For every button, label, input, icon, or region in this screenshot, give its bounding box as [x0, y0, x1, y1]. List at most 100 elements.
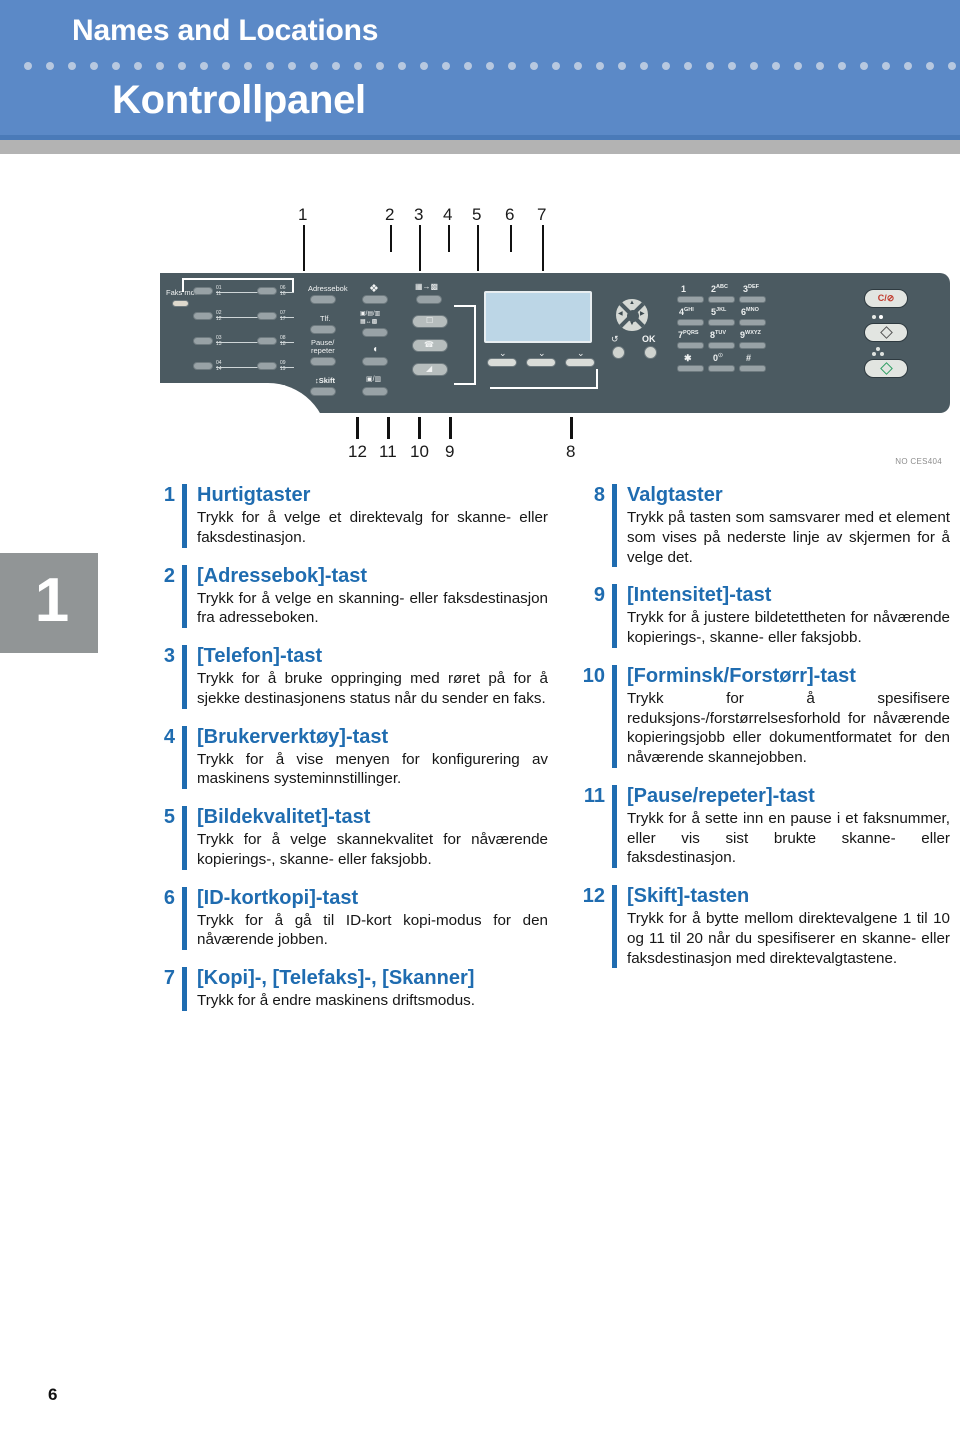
keypad-key-5[interactable] [708, 319, 735, 326]
callout-bottom-11: 11 [379, 442, 397, 461]
selection-key-3[interactable] [565, 358, 595, 367]
ok-key[interactable] [644, 346, 657, 359]
fax-icon: ☎ [424, 340, 434, 349]
callout-bottom-12: 12 [348, 442, 367, 461]
callout-bottom-8: 8 [566, 442, 576, 461]
description-entry-number: 4 [163, 725, 175, 748]
copy-icon: ☐ [426, 316, 434, 325]
leader-7 [542, 225, 544, 271]
header-dot [398, 62, 406, 70]
header-dot [46, 62, 54, 70]
id-card-copy-key[interactable] [416, 295, 442, 304]
quick-dial-key-03[interactable] [193, 337, 213, 345]
chapter-tab-number: 1 [34, 566, 70, 635]
leader-10 [418, 417, 421, 439]
header-dot [794, 62, 802, 70]
keypad-key-1[interactable] [677, 296, 704, 303]
arrow-up-icon[interactable]: ▲ [629, 300, 635, 306]
label-telephone: Tlf. [320, 314, 331, 323]
keypad-key-3[interactable] [739, 296, 766, 303]
arrow-down-icon[interactable]: ▼ [629, 321, 635, 327]
callout-top-5: 5 [472, 205, 482, 224]
control-panel-figure: 1 2 3 4 5 6 7 Faks mottatt 01 11 02 12 0… [158, 205, 950, 480]
telephone-key[interactable] [310, 325, 336, 334]
arrow-right-icon[interactable]: ▶ [640, 311, 645, 317]
leader-3 [419, 225, 421, 271]
escape-key[interactable] [612, 346, 625, 359]
keypad-key-hash[interactable] [739, 365, 766, 372]
description-entry-body: [Skift]-tasten Trykk for å bytte mellom d… [627, 885, 950, 968]
description-entry-number: 5 [163, 806, 175, 828]
description-entry: 7 [Kopi]-, [Telefaks]-, [Skanner] Trykk fo… [148, 967, 548, 1011]
description-entry: 12 [Skift]-tasten Trykk for å bytte mellom… [578, 885, 950, 969]
start-bw-button[interactable] [864, 323, 908, 342]
quick-dial-key-07[interactable] [257, 312, 277, 320]
keypad-key-7[interactable] [677, 342, 704, 349]
callout-bottom-9: 9 [445, 442, 455, 461]
description-entry-text: Trykk for å justere bildetettheten for n… [627, 609, 950, 646]
user-tools-key[interactable] [362, 295, 388, 304]
selection-key-1[interactable] [487, 358, 517, 367]
keypad-key-4[interactable] [677, 319, 704, 326]
keypad-key-0[interactable] [708, 365, 735, 372]
header-dot [222, 62, 230, 70]
pause-redial-key[interactable] [310, 357, 336, 366]
description-entry-title: Valgtaster [627, 484, 723, 506]
fax-received-lamp [172, 300, 189, 307]
header-dot [750, 62, 758, 70]
density-key[interactable] [362, 357, 388, 366]
keypad-key-8[interactable] [708, 342, 735, 349]
header-dot [684, 62, 692, 70]
description-entry: 6 [ID-kortkopi]-tast Trykk for å gå til ID… [148, 886, 548, 950]
keypad-label-7: 7PQRS [678, 330, 699, 340]
image-quality-key[interactable] [362, 328, 388, 337]
arrow-left-icon[interactable]: ◀ [618, 311, 623, 317]
address-book-key[interactable] [310, 295, 336, 304]
header-dot [332, 62, 340, 70]
description-entry-bar [612, 584, 617, 648]
header-dot [156, 62, 164, 70]
quick-dial-rule-08 [280, 341, 294, 343]
header-dot [530, 62, 538, 70]
leader-1 [303, 225, 305, 271]
keypad-key-9[interactable] [739, 342, 766, 349]
figure-credit: NO CES404 [895, 457, 942, 466]
keypad-label-hash: # [746, 353, 752, 363]
quick-dial-key-08[interactable] [257, 337, 277, 345]
description-entry-text: Trykk på tasten som samsvarer med et ele… [627, 509, 950, 566]
header-dot [926, 62, 934, 70]
description-entry-text: Trykk for å sette inn en pause i et faks… [627, 809, 950, 867]
shift-key[interactable] [310, 387, 336, 396]
header-dot [376, 62, 384, 70]
quick-dial-key-09[interactable] [257, 362, 277, 370]
keypad-label-8: 8TUV [710, 330, 727, 340]
keypad-label-5: 5JKL [711, 307, 727, 317]
header-dot-divider [24, 60, 956, 72]
id-card-copy-icon: ▦→▩ [415, 282, 439, 291]
bracket-selection-keys [490, 369, 598, 389]
reduce-enlarge-key[interactable] [362, 387, 388, 396]
leader-12 [356, 417, 359, 439]
description-entry-bar [182, 564, 187, 628]
leader-2 [390, 225, 392, 252]
quick-dial-key-01[interactable] [193, 287, 213, 295]
quick-dial-key-02[interactable] [193, 312, 213, 320]
leader-9 [449, 417, 452, 439]
quick-dial-key-06[interactable] [257, 287, 277, 295]
description-entry-number: 2 [163, 564, 175, 587]
description-entry-title: [Skift]-tasten [627, 885, 750, 907]
quick-dial-key-04[interactable] [193, 362, 213, 370]
header-grey-rule [0, 140, 960, 154]
selection-key-2[interactable] [526, 358, 556, 367]
keypad-label-9: 9WXYZ [740, 330, 761, 340]
keypad-key-star[interactable] [677, 365, 704, 372]
description-entry-bar [182, 967, 187, 1011]
description-entry-bar [182, 725, 187, 789]
clear-stop-button[interactable]: C/⊘ [864, 289, 908, 308]
keypad-key-6[interactable] [739, 319, 766, 326]
keypad-key-2[interactable] [708, 296, 735, 303]
description-entry-title: [Intensitet]-tast [627, 584, 772, 607]
start-color-button[interactable] [864, 359, 908, 378]
description-entry-title: [Adressebok]-tast [197, 564, 368, 587]
label-address-book: Adressebok [308, 284, 348, 293]
